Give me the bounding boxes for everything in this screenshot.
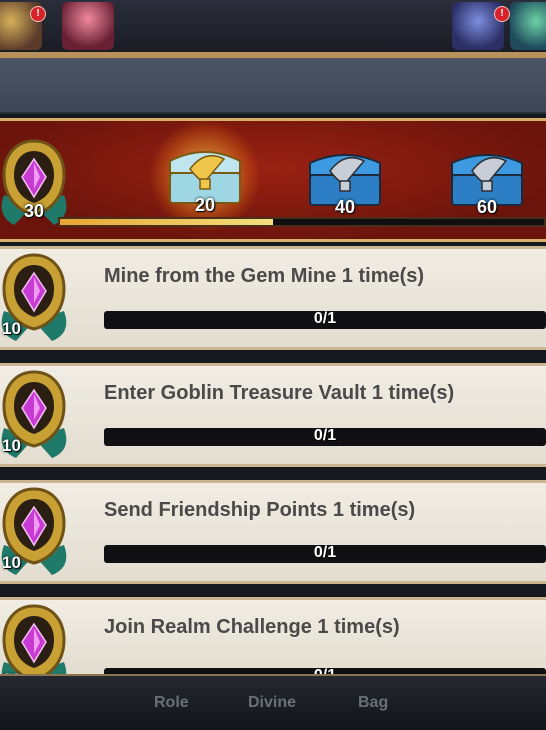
activity-progress-fill xyxy=(60,219,273,225)
reward-chest-40[interactable]: 40 xyxy=(300,141,390,217)
hero-portrait[interactable] xyxy=(62,2,114,50)
header-band xyxy=(0,58,546,114)
reward-chest-20[interactable]: 20 xyxy=(160,139,250,215)
quest-progress-bar: 0/1 xyxy=(104,427,546,446)
medal-icon xyxy=(1,604,67,675)
quest-reward-medal: 10 xyxy=(0,481,74,581)
activity-progress-track xyxy=(58,217,546,227)
quest-reward-value: 10 xyxy=(2,553,21,572)
quest-reward-value: 10 xyxy=(2,436,21,455)
nav-tab-divine[interactable]: Divine xyxy=(248,694,296,712)
quest-reward-medal: 10 xyxy=(0,247,74,347)
quest-reward-medal: 10 xyxy=(0,364,74,464)
quest-title: Mine from the Gem Mine 1 time(s) xyxy=(104,265,425,287)
notification-badge: ! xyxy=(30,6,46,22)
quest-card: 10 Send Friendship Points 1 time(s) 0/1 xyxy=(0,480,546,584)
chest-points-label: 60 xyxy=(476,197,498,217)
quest-progress-bar: 0/1 xyxy=(104,544,546,563)
notification-badge: ! xyxy=(494,6,510,22)
quest-reward-value: 10 xyxy=(2,319,21,338)
quest-card: 10 Mine from the Gem Mine 1 time(s) 0/1 xyxy=(0,246,546,350)
quest-title: Send Friendship Points 1 time(s) xyxy=(104,499,416,521)
hero-portrait[interactable] xyxy=(510,2,546,50)
quest-progress-text: 0/1 xyxy=(313,544,337,561)
nav-tab-role[interactable]: Role xyxy=(154,694,189,712)
quest-card: 10 Enter Goblin Treasure Vault 1 time(s)… xyxy=(0,363,546,467)
chest-points-label: 20 xyxy=(194,195,216,215)
quest-title: Enter Goblin Treasure Vault 1 time(s) xyxy=(104,382,455,404)
quest-progress-text: 0/1 xyxy=(313,427,337,444)
chest-points-label: 40 xyxy=(334,197,356,217)
activity-progress-panel: 30 20 40 60 xyxy=(0,118,546,242)
top-portrait-bar: ! ! xyxy=(0,0,546,52)
quest-reward-medal: 10 xyxy=(0,598,74,675)
reward-chest-60[interactable]: 60 xyxy=(442,141,532,217)
nav-tab-bag[interactable]: Bag xyxy=(358,694,388,712)
quest-progress-bar: 0/1 xyxy=(104,310,546,329)
quest-title: Join Realm Challenge 1 time(s) xyxy=(104,616,400,638)
bottom-nav: Role Divine Bag xyxy=(0,674,546,730)
quest-card: 10 Join Realm Challenge 1 time(s) 0/1 xyxy=(0,597,546,677)
quest-progress-text: 0/1 xyxy=(313,310,337,327)
